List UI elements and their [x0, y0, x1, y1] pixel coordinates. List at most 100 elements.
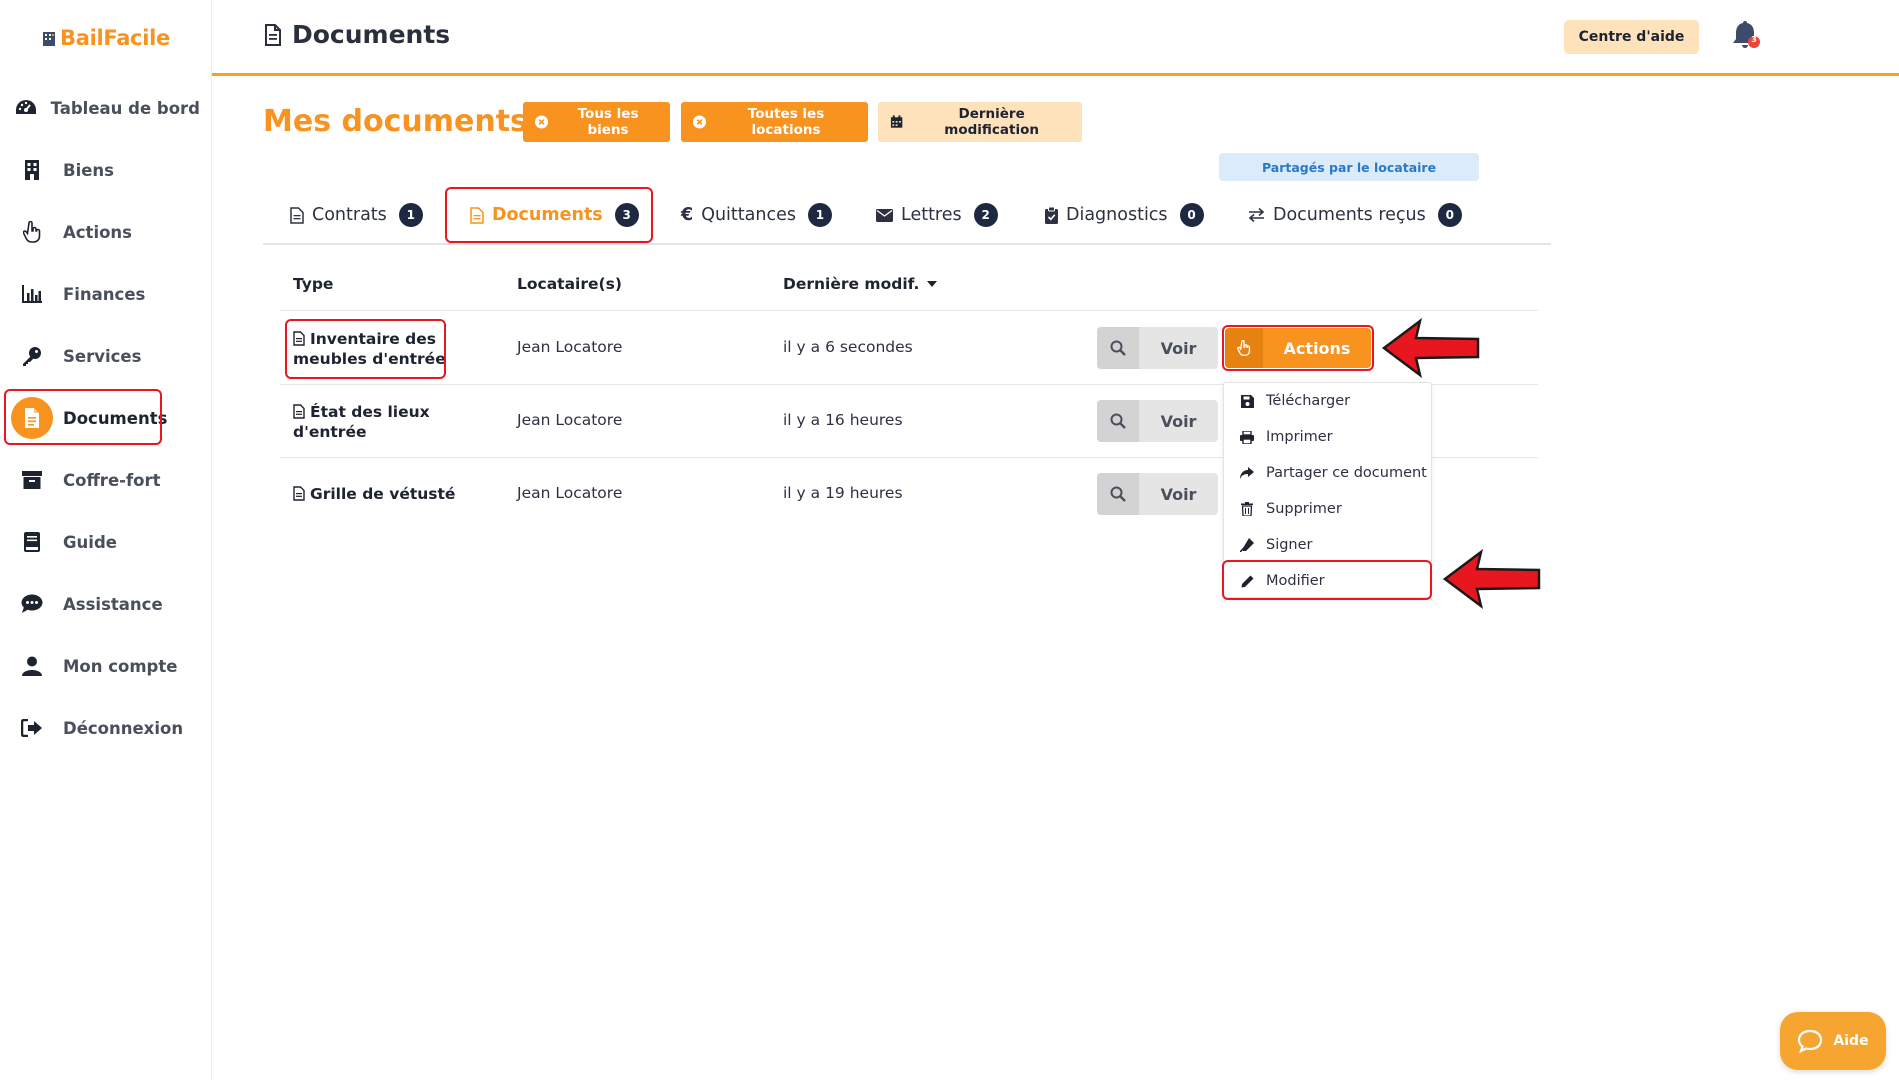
chat-bubble-icon [1798, 1029, 1823, 1053]
tab-count-badge: 1 [398, 203, 423, 227]
menu-item-imprimer[interactable]: Imprimer [1240, 426, 1333, 448]
document-type-line: d'entrée [293, 423, 367, 441]
view-button-row-1[interactable]: Voir [1097, 327, 1218, 369]
menu-item-label: Imprimer [1266, 429, 1333, 445]
sidebar-item-coffre-fort[interactable]: Coffre-fort [10, 457, 200, 503]
table-row-1-tenant: Jean Locatore [517, 338, 623, 356]
tab-documents-recus[interactable]: Documents reçus 0 [1248, 198, 1462, 232]
tab-label: Diagnostics [1066, 205, 1168, 225]
notifications-button[interactable]: 3 [1730, 20, 1762, 52]
menu-item-telecharger[interactable]: Télécharger [1240, 390, 1350, 412]
file-icon [293, 404, 305, 419]
table-row-2-modified: il y a 16 heures [783, 411, 903, 429]
view-button-row-2[interactable]: Voir [1097, 400, 1218, 442]
sidebar-item-label: Actions [63, 222, 132, 242]
sidebar-item-assistance[interactable]: Assistance [10, 581, 200, 627]
print-icon [1240, 430, 1254, 444]
floating-help-button[interactable]: Aide [1780, 1012, 1886, 1070]
document-type-label: État des lieux d'entrée [293, 402, 430, 442]
tab-count-badge: 2 [973, 203, 998, 227]
tab-quittances[interactable]: € Quittances 1 [681, 198, 832, 232]
table-row-3-type[interactable]: Grille de vétusté [293, 484, 455, 504]
bar-chart-icon [11, 273, 53, 315]
logo-building-icon [43, 32, 55, 46]
page-header-title: Documents [292, 20, 451, 49]
table-row-1-modified: il y a 6 secondes [783, 338, 913, 356]
highlight-box-documents [4, 389, 162, 445]
table-row-2-tenant: Jean Locatore [517, 411, 623, 429]
view-button-label: Voir [1160, 411, 1197, 431]
view-button-label: Voir [1160, 338, 1197, 358]
column-header-type: Type [293, 275, 334, 293]
logo-text: BailFacile [60, 26, 170, 50]
share-icon [1240, 467, 1254, 479]
tabs-divider [263, 243, 1551, 245]
sidebar-item-mon-compte[interactable]: Mon compte [10, 643, 200, 689]
sidebar-item-services[interactable]: Services [10, 333, 200, 379]
menu-item-signer[interactable]: Signer [1240, 534, 1313, 556]
table-row-3-tenant: Jean Locatore [517, 484, 623, 502]
help-center-button[interactable]: Centre d'aide [1564, 20, 1699, 54]
menu-item-supprimer[interactable]: Supprimer [1240, 498, 1342, 520]
close-circle-icon [693, 115, 707, 129]
calendar-icon [890, 115, 903, 128]
sidebar-item-label: Finances [63, 284, 146, 304]
exchange-icon [1248, 208, 1265, 222]
app-logo[interactable]: BailFacile [42, 26, 170, 50]
sidebar-item-guide[interactable]: Guide [10, 519, 200, 565]
view-button-row-3[interactable]: Voir [1097, 473, 1218, 515]
search-icon [1097, 400, 1139, 442]
menu-item-label: Télécharger [1266, 393, 1351, 409]
filter-all-properties-button[interactable]: Tous les biens [523, 102, 670, 142]
table-row-3-modified: il y a 19 heures [783, 484, 903, 502]
view-button-label: Voir [1160, 484, 1197, 504]
sidebar-item-label: Services [63, 346, 142, 366]
tab-contrats[interactable]: Contrats 1 [290, 198, 423, 232]
sidebar-item-finances[interactable]: Finances [10, 271, 200, 317]
save-icon [1240, 394, 1254, 408]
file-icon [265, 23, 281, 46]
tab-count-badge: 1 [807, 203, 832, 227]
chat-icon [11, 583, 53, 625]
document-type-line: Grille de vétusté [310, 485, 456, 503]
table-header-divider [280, 310, 1538, 311]
filter-label: Tous les biens [577, 106, 639, 138]
sidebar-item-actions[interactable]: Actions [10, 209, 200, 255]
sidebar-item-deconnexion[interactable]: Déconnexion [10, 705, 200, 751]
key-icon [11, 335, 53, 377]
tab-lettres[interactable]: Lettres 2 [876, 198, 998, 232]
header-title: Documents [264, 20, 450, 49]
table-row-2-type[interactable]: État des lieux d'entrée [293, 402, 430, 442]
column-header-modified[interactable]: Dernière modif. [783, 275, 938, 293]
filter-all-rentals-button[interactable]: Toutes les locations [681, 102, 868, 142]
menu-item-label: Signer [1266, 537, 1313, 553]
column-header-label: Dernière modif. [783, 275, 920, 293]
tab-count-badge: 0 [1437, 203, 1462, 227]
building-icon [11, 149, 53, 191]
sidebar-item-label: Déconnexion [63, 718, 184, 738]
top-header: Documents Centre d'aide 3 [212, 0, 1899, 76]
sidebar-item-label: Mon compte [63, 656, 178, 676]
highlight-box-row-1-type [285, 319, 446, 379]
highlight-box-actions-button [1222, 325, 1374, 371]
sidebar-item-label: Biens [63, 160, 114, 180]
close-circle-icon [535, 115, 549, 129]
column-header-tenant: Locataire(s) [517, 275, 622, 293]
shared-by-tenant-badge[interactable]: Partagés par le locataire [1219, 153, 1479, 181]
logout-icon [11, 707, 53, 749]
signature-icon [1240, 538, 1254, 552]
sidebar-item-biens[interactable]: Biens [10, 147, 200, 193]
euro-icon: € [681, 205, 694, 225]
tab-diagnostics[interactable]: Diagnostics 0 [1045, 198, 1204, 232]
sidebar-item-tableau-de-bord[interactable]: Tableau de bord [10, 85, 200, 131]
highlight-box-modifier [1222, 560, 1432, 600]
sort-last-modified-button[interactable]: Dernière modification [878, 102, 1082, 142]
hand-pointer-icon [11, 211, 53, 253]
envelope-icon [876, 208, 893, 222]
menu-item-partager[interactable]: Partager ce document [1240, 462, 1427, 484]
search-icon [1097, 327, 1139, 369]
annotation-arrow-modifier-icon [1443, 549, 1541, 609]
trash-icon [1240, 502, 1254, 516]
page-title: Mes documents [263, 104, 528, 139]
floating-help-label: Aide [1833, 1033, 1869, 1049]
